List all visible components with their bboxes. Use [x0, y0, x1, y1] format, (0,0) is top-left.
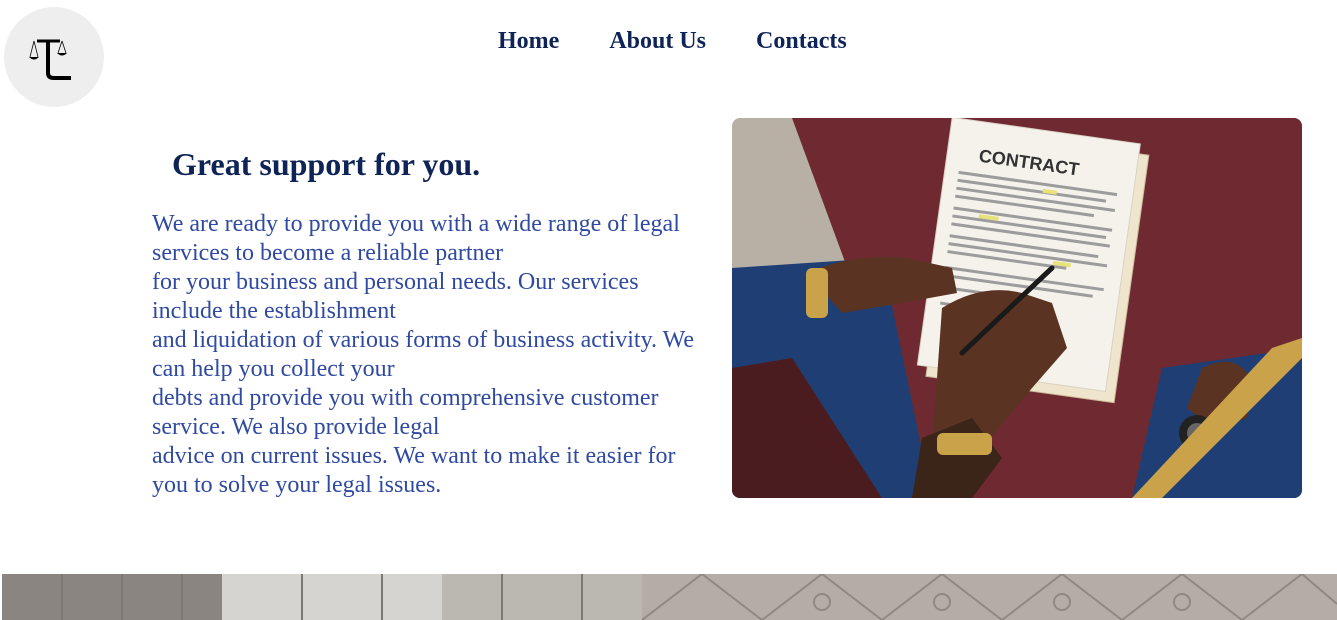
contract-signing-photo-icon: CONTRACT: [732, 118, 1302, 498]
hero-title: Great support for you.: [172, 146, 481, 182]
hero-description-line: for your business and personal needs. Ou…: [152, 269, 639, 324]
logo[interactable]: [4, 7, 104, 107]
nav-about-link[interactable]: About Us: [609, 26, 706, 56]
hero-description-line: debts and provide you with comprehensive…: [152, 385, 659, 440]
nav-home-link[interactable]: Home: [498, 26, 559, 56]
main-nav: Home About Us Contacts: [498, 26, 847, 56]
scales-of-justice-logo-icon: [29, 39, 71, 80]
hero-description-line: and liquidation of various forms of busi…: [152, 327, 694, 382]
hero-description-line: advice on current issues. We want to mak…: [152, 443, 676, 498]
page: Home About Us Contacts Great support for…: [0, 0, 1337, 620]
contract-photo: CONTRACT: [732, 118, 1302, 498]
hero-description: We are ready to provide you with a wide …: [152, 210, 712, 500]
courthouse-interior-photo-icon: [2, 574, 1337, 620]
nav-contacts-link[interactable]: Contacts: [756, 26, 847, 56]
courthouse-banner: [2, 574, 1337, 620]
hero-description-line: We are ready to provide you with a wide …: [152, 211, 680, 266]
